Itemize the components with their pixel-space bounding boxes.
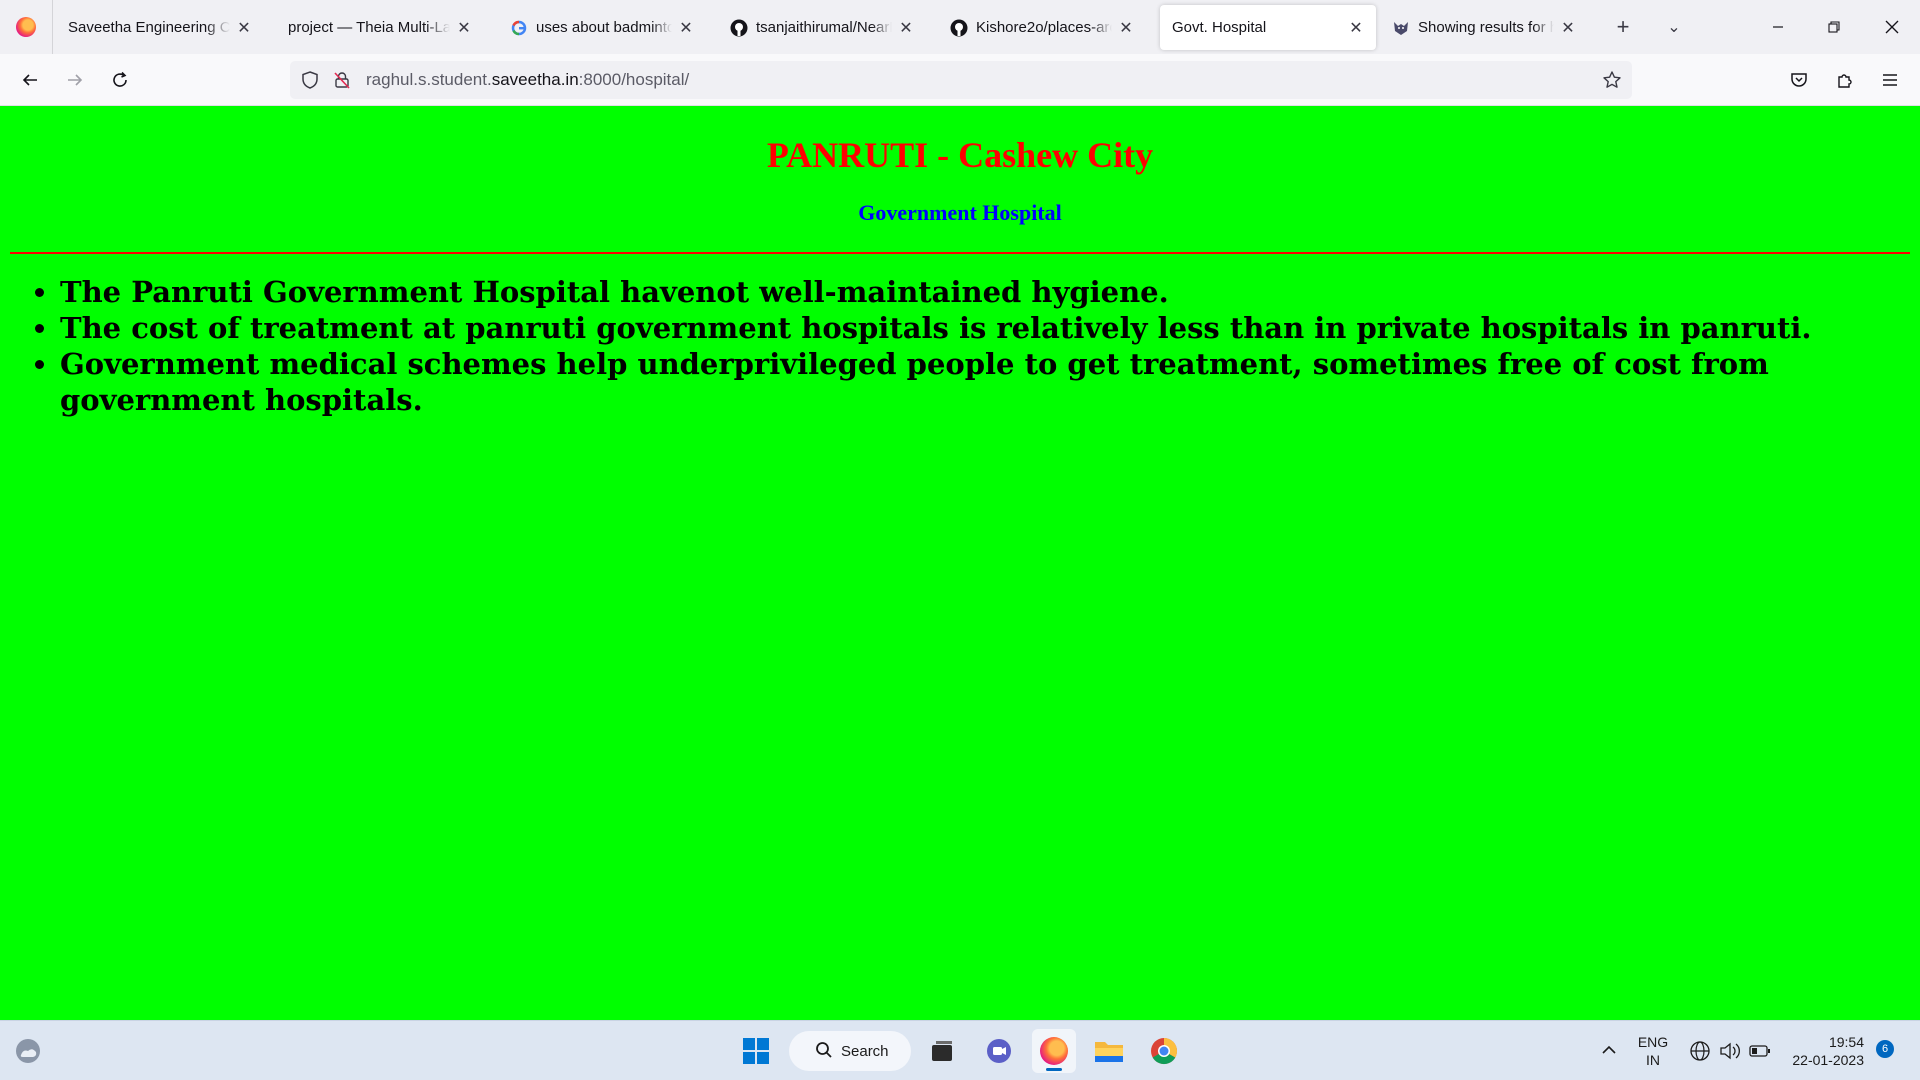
close-tab-icon[interactable]: ✕ bbox=[1116, 18, 1136, 38]
close-tab-icon[interactable]: ✕ bbox=[234, 18, 254, 38]
list-item: The cost of treatment at panruti governm… bbox=[60, 310, 1880, 346]
task-view-icon[interactable] bbox=[920, 1029, 964, 1073]
tab-search-results[interactable]: Showing results for https ✕ bbox=[1380, 5, 1588, 50]
file-explorer-icon[interactable] bbox=[1087, 1029, 1131, 1073]
taskbar-search-button[interactable]: Search bbox=[789, 1031, 911, 1071]
web-page-content: PANRUTI - Cashew City Government Hospita… bbox=[0, 106, 1920, 1020]
clock[interactable]: 19:54 22-01-2023 bbox=[1784, 1033, 1864, 1069]
teams-chat-icon[interactable] bbox=[977, 1029, 1021, 1073]
tab-google-search[interactable]: uses about badminton ✕ bbox=[498, 5, 706, 50]
list-item: The Panruti Government Hospital havenot … bbox=[60, 274, 1880, 310]
extensions-puzzle-icon[interactable] bbox=[1829, 64, 1861, 96]
list-item: Government medical schemes help underpri… bbox=[60, 346, 1880, 418]
url-domain: saveetha.in bbox=[491, 70, 579, 89]
network-globe-icon[interactable] bbox=[1689, 1040, 1711, 1067]
tab-title: project — Theia Multi-Language bbox=[288, 19, 450, 36]
url-text[interactable]: raghul.s.student.saveetha.in:8000/hospit… bbox=[366, 70, 689, 90]
input-language-indicator[interactable]: ENG IN bbox=[1634, 1033, 1672, 1069]
reload-icon[interactable] bbox=[104, 64, 136, 96]
url-suffix: :8000/hospital/ bbox=[578, 70, 690, 89]
tab-title: uses about badminton bbox=[536, 19, 672, 36]
tab-saveetha[interactable]: Saveetha Engineering College ✕ bbox=[56, 5, 264, 50]
region-code: IN bbox=[1646, 1052, 1660, 1068]
back-arrow-icon[interactable] bbox=[14, 64, 46, 96]
google-icon bbox=[510, 19, 528, 37]
firefox-view-button[interactable] bbox=[0, 0, 53, 54]
list-all-tabs-icon[interactable]: ⌄ bbox=[1659, 12, 1689, 42]
close-window-icon[interactable] bbox=[1864, 0, 1920, 54]
address-bar[interactable]: raghul.s.student.saveetha.in:8000/hospit… bbox=[290, 61, 1632, 99]
restore-icon[interactable] bbox=[1806, 0, 1862, 54]
hamburger-menu-icon[interactable] bbox=[1874, 64, 1906, 96]
bookmark-star-icon[interactable] bbox=[1602, 70, 1622, 95]
tab-title: Kishore2o/places-around bbox=[976, 19, 1112, 36]
tab-title: Govt. Hospital bbox=[1172, 19, 1267, 36]
tab-title: tsanjaithirumal/NearMe bbox=[756, 19, 892, 36]
firefox-taskbar-icon[interactable] bbox=[1032, 1029, 1076, 1073]
clock-date: 22-01-2023 bbox=[1792, 1052, 1864, 1068]
shield-icon[interactable] bbox=[300, 70, 320, 95]
page-subtitle: Government Hospital bbox=[858, 200, 1062, 225]
insecure-lock-icon[interactable] bbox=[332, 70, 352, 95]
close-tab-icon[interactable]: ✕ bbox=[454, 18, 474, 38]
clock-time: 19:54 bbox=[1828, 1034, 1864, 1050]
tab-strip: Saveetha Engineering College ✕ project —… bbox=[0, 0, 1920, 54]
windows-taskbar: Search ENG IN 19:54 22-01-2023 bbox=[0, 1020, 1920, 1080]
navigation-toolbar: raghul.s.student.saveetha.in:8000/hospit… bbox=[0, 54, 1920, 106]
close-tab-icon[interactable]: ✕ bbox=[676, 18, 696, 38]
tab-title: Showing results for https bbox=[1418, 19, 1554, 36]
show-hidden-icons-chevron-icon[interactable] bbox=[1598, 1039, 1620, 1066]
github-icon bbox=[730, 19, 748, 37]
page-title: PANRUTI - Cashew City bbox=[766, 135, 1154, 175]
wolf-icon bbox=[1392, 19, 1410, 37]
minimize-icon[interactable] bbox=[1750, 0, 1806, 54]
volume-icon[interactable] bbox=[1718, 1040, 1742, 1067]
battery-icon[interactable] bbox=[1748, 1042, 1772, 1065]
new-tab-icon[interactable]: + bbox=[1608, 12, 1638, 42]
tab-title: Saveetha Engineering College bbox=[68, 19, 230, 36]
tab-theia[interactable]: project — Theia Multi-Language ✕ bbox=[276, 5, 484, 50]
search-label: Search bbox=[841, 1042, 889, 1060]
pocket-icon[interactable] bbox=[1783, 64, 1815, 96]
firefox-logo-icon bbox=[16, 17, 36, 37]
tab-github-nearme[interactable]: tsanjaithirumal/NearMe ✕ bbox=[718, 5, 926, 50]
language-code: ENG bbox=[1637, 1034, 1669, 1050]
chrome-icon[interactable] bbox=[1142, 1029, 1186, 1073]
forward-arrow-icon[interactable] bbox=[59, 64, 91, 96]
horizontal-rule bbox=[10, 252, 1910, 254]
close-tab-icon[interactable]: ✕ bbox=[1346, 18, 1366, 38]
firefox-logo-icon bbox=[1040, 1037, 1068, 1065]
close-tab-icon[interactable]: ✕ bbox=[1558, 18, 1578, 38]
windows-start-icon[interactable] bbox=[734, 1029, 778, 1073]
tab-github-places[interactable]: Kishore2o/places-around ✕ bbox=[938, 5, 1146, 50]
weather-widget-icon[interactable] bbox=[6, 1029, 50, 1073]
tab-govt-hospital[interactable]: Govt. Hospital ✕ bbox=[1160, 5, 1376, 50]
search-icon bbox=[815, 1041, 833, 1063]
github-icon bbox=[950, 19, 968, 37]
close-tab-icon[interactable]: ✕ bbox=[896, 18, 916, 38]
url-prefix: raghul.s.student. bbox=[366, 70, 492, 89]
hospital-points-list: The Panruti Government Hospital havenot … bbox=[60, 274, 1920, 418]
notification-count-badge[interactable]: 6 bbox=[1876, 1040, 1894, 1058]
